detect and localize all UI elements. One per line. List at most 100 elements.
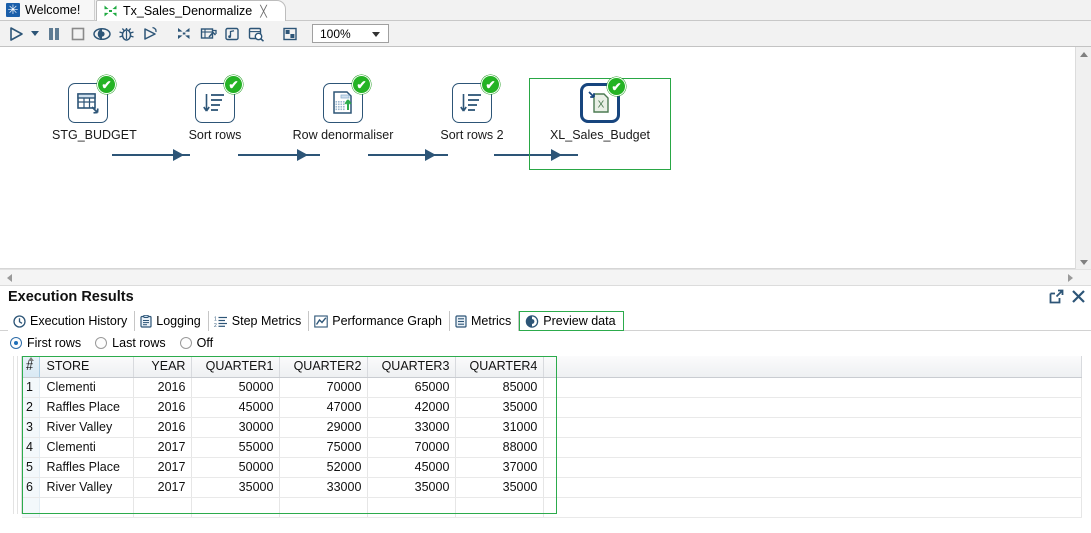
hop-denorm-to-sort2[interactable] — [368, 154, 448, 156]
row-mode-radio-group: First rows Last rows Off — [10, 332, 213, 353]
canvas-horizontal-scrollbar[interactable] — [0, 269, 1091, 286]
close-icon[interactable]: ╳ — [260, 5, 267, 18]
tab-execution-history[interactable]: Execution History — [8, 311, 136, 331]
radio-label: First rows — [27, 335, 82, 350]
step-label: Row denormaliser — [292, 128, 394, 142]
scroll-left-icon[interactable] — [2, 270, 16, 286]
editor-tab-transformation[interactable]: Tx_Sales_Denormalize ╳ — [96, 0, 286, 21]
step-icon-box[interactable] — [195, 75, 243, 123]
step-icon-box[interactable] — [68, 75, 116, 123]
tab-label: Preview data — [543, 314, 616, 328]
table-row[interactable]: 6 River Valley 2017 35000 33000 35000 35… — [22, 477, 1082, 498]
scroll-down-icon[interactable] — [1076, 255, 1091, 269]
table-row[interactable]: 4 Clementi 2017 55000 75000 70000 88000 — [22, 437, 1082, 458]
cell-year: 2016 — [133, 377, 193, 398]
run-button[interactable] — [4, 22, 28, 46]
step-label: Sort rows 2 — [440, 128, 504, 142]
cell-index: 3 — [22, 417, 41, 438]
step-metrics-icon: 1 2 — [214, 315, 228, 328]
impact-analysis-button[interactable] — [196, 22, 220, 46]
column-header-quarter3[interactable]: QUARTER3 — [367, 356, 457, 378]
column-header-index[interactable]: # — [22, 356, 41, 378]
scroll-right-icon[interactable] — [1063, 270, 1077, 286]
view-actions — [1049, 289, 1086, 304]
editor-tab-transformation-label: Tx_Sales_Denormalize — [123, 4, 253, 18]
hop-arrow-3 — [425, 149, 436, 161]
table-row[interactable]: 5 Raffles Place 2017 50000 52000 45000 3… — [22, 457, 1082, 478]
search-metadata-button[interactable] — [244, 22, 268, 46]
tab-preview-data[interactable]: Preview data — [519, 311, 624, 331]
pentaho-spoon-window: Welcome! Tx_Sales_Denormalize ╳ — [0, 0, 1091, 533]
cell-quarter1: 45000 — [191, 397, 281, 418]
column-header-quarter4[interactable]: QUARTER4 — [455, 356, 545, 378]
page-title: Execution Results — [8, 289, 134, 305]
tab-performance-graph[interactable]: Performance Graph — [309, 311, 451, 331]
verify-button[interactable] — [172, 22, 196, 46]
radio-label: Last rows — [112, 335, 166, 350]
step-row-denormaliser[interactable]: Row denormaliser — [280, 75, 406, 142]
column-header-store[interactable]: STORE — [39, 356, 135, 378]
run-options-dropdown[interactable] — [28, 22, 42, 46]
preview-table: # STORE YEAR QUARTER1 QUARTER2 QUARTER3 … — [22, 356, 1082, 518]
zoom-level-combobox[interactable]: 100% — [312, 24, 389, 43]
table-row[interactable]: 3 River Valley 2016 30000 29000 33000 31… — [22, 417, 1082, 438]
step-icon-box[interactable] — [452, 75, 500, 123]
radio-off[interactable]: Off — [179, 336, 213, 350]
cell-index: 1 — [22, 377, 41, 398]
step-icon-box[interactable]: X — [580, 77, 626, 123]
cell-quarter3: 70000 — [367, 437, 457, 458]
step-stg-budget[interactable]: STG_BUDGET — [52, 75, 137, 142]
cell-filler — [543, 477, 1082, 498]
step-sort-rows[interactable]: Sort rows — [186, 75, 244, 142]
radio-indicator[interactable] — [10, 336, 22, 349]
tab-logging[interactable]: Logging — [135, 311, 209, 331]
cell-quarter3: 33000 — [367, 417, 457, 438]
cell-store: Raffles Place — [39, 397, 135, 418]
cell-filler — [543, 377, 1082, 398]
preview-button[interactable] — [90, 22, 114, 46]
step-xl-sales-budget[interactable]: X XL_Sales_Budget — [540, 77, 660, 142]
transformation-canvas[interactable]: STG_BUDGET Sort rows — [0, 47, 1091, 269]
hop-arrow-2 — [297, 149, 308, 161]
sort-icon — [460, 94, 481, 112]
column-header-year[interactable]: YEAR — [133, 356, 193, 378]
tab-metrics[interactable]: Metrics — [450, 311, 520, 331]
table-header: # STORE YEAR QUARTER1 QUARTER2 QUARTER3 … — [22, 356, 1082, 378]
editor-tab-bar: Welcome! Tx_Sales_Denormalize ╳ — [0, 0, 1091, 21]
column-header-quarter2[interactable]: QUARTER2 — [279, 356, 369, 378]
arrange-button[interactable] — [278, 22, 302, 46]
radio-first-rows[interactable]: First rows — [10, 336, 81, 350]
table-row[interactable]: 2 Raffles Place 2016 45000 47000 42000 3… — [22, 397, 1082, 418]
log-document-icon — [140, 314, 152, 328]
metrics-icon — [455, 314, 467, 328]
stop-button[interactable] — [66, 22, 90, 46]
table-header-row: # STORE YEAR QUARTER1 QUARTER2 QUARTER3 … — [22, 356, 1082, 378]
scroll-up-icon[interactable] — [1076, 47, 1091, 61]
editor-tab-welcome[interactable]: Welcome! — [0, 0, 95, 21]
cell-quarter2: 33000 — [279, 477, 369, 498]
close-icon[interactable] — [1071, 289, 1086, 304]
cell-store — [39, 497, 135, 518]
history-clock-icon — [13, 314, 26, 328]
table-row[interactable]: 1 Clementi 2016 50000 70000 65000 85000 — [22, 377, 1082, 398]
cell-quarter3: 35000 — [367, 477, 457, 498]
svg-text:1: 1 — [214, 316, 217, 322]
canvas-vertical-scrollbar[interactable] — [1075, 47, 1091, 269]
step-label: XL_Sales_Budget — [549, 128, 651, 142]
radio-last-rows[interactable]: Last rows — [95, 336, 166, 350]
radio-indicator[interactable] — [95, 336, 108, 349]
external-link-icon[interactable] — [1049, 289, 1064, 304]
replay-button[interactable] — [138, 22, 162, 46]
radio-indicator[interactable] — [179, 336, 192, 349]
column-header-quarter1[interactable]: QUARTER1 — [191, 356, 281, 378]
step-sort-rows-2[interactable]: Sort rows 2 — [438, 75, 506, 142]
preview-data-grid[interactable]: # STORE YEAR QUARTER1 QUARTER2 QUARTER3 … — [22, 356, 1082, 526]
debug-button[interactable] — [114, 22, 138, 46]
pause-button[interactable] — [42, 22, 66, 46]
step-icon-box[interactable] — [323, 75, 371, 123]
show-sql-button[interactable] — [220, 22, 244, 46]
table-body: 1 Clementi 2016 50000 70000 65000 85000 … — [22, 377, 1082, 518]
table-row-empty[interactable] — [22, 497, 1082, 518]
preview-grid-gutter — [10, 356, 22, 514]
tab-step-metrics[interactable]: 1 2 Step Metrics — [208, 311, 310, 331]
